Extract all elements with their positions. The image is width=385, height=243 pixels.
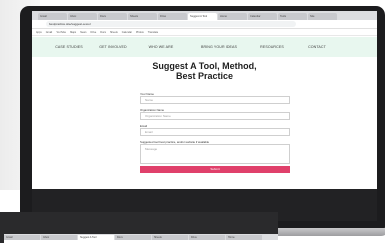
- browser-tab[interactable]: Inbox: [68, 13, 97, 20]
- page-title-line1: Suggest A Tool, Method,: [152, 61, 257, 71]
- browser-tab[interactable]: Tools: [278, 13, 307, 20]
- bookmark-item[interactable]: Maps: [70, 29, 76, 35]
- nav-who-we-are[interactable]: WHO WE ARE: [146, 45, 176, 49]
- site-nav: CASE STUDIES GET INVOLVED WHO WE ARE BRI…: [32, 37, 377, 57]
- browser-tab[interactable]: Site: [308, 13, 337, 20]
- bookmark-item[interactable]: Gmail: [46, 29, 53, 35]
- browser-tab[interactable]: Calendar: [248, 13, 277, 20]
- laptop-secondary: Gmail Inbox Suggest A Tool Docs Sheets D…: [0, 212, 278, 243]
- suggest-form: Your Name Name Organization Name Organiz…: [140, 92, 290, 173]
- laptop-main: Gmail Inbox Docs Sheets Drive Suggest A …: [14, 6, 385, 238]
- bookmark-item[interactable]: News: [80, 29, 86, 35]
- bookmark-item[interactable]: Apps: [36, 29, 42, 35]
- browser-tab[interactable]: Docs: [98, 13, 127, 20]
- bookmark-item[interactable]: Photos: [136, 29, 144, 35]
- bookmark-item[interactable]: Sheets: [110, 29, 118, 35]
- submit-button[interactable]: Submit: [140, 166, 290, 173]
- browser-tab-bar: Gmail Inbox Docs Sheets Drive Suggest A …: [32, 11, 377, 20]
- nav-case-studies[interactable]: CASE STUDIES: [51, 45, 87, 49]
- page-title-line2: Best Practice: [175, 71, 234, 81]
- address-bar-row: bestpractice.site/suggest-a-tool: [32, 20, 377, 29]
- browser-tab[interactable]: Drive: [158, 13, 187, 20]
- laptop-screen: Gmail Inbox Docs Sheets Drive Suggest A …: [32, 11, 377, 221]
- nav-bring-your-ideas[interactable]: BRING YOUR IDEAS: [194, 45, 244, 49]
- bookmark-item[interactable]: Drive: [90, 29, 96, 35]
- nav-contact[interactable]: CONTACT: [302, 45, 332, 49]
- organization-field[interactable]: Organization Name: [140, 112, 290, 120]
- browser-tab[interactable]: Home: [218, 13, 247, 20]
- email-field[interactable]: Email: [140, 128, 290, 136]
- bookmark-item[interactable]: YouTube: [56, 29, 66, 35]
- name-field[interactable]: Name: [140, 96, 290, 104]
- bookmarks-bar: Apps Gmail YouTube Maps News Drive Docs …: [32, 29, 377, 36]
- nav-resources[interactable]: RESOURCES: [256, 45, 288, 49]
- browser-tab[interactable]: Gmail: [38, 13, 67, 20]
- browser-tab[interactable]: Sheets: [128, 13, 157, 20]
- bookmark-item[interactable]: Calendar: [122, 29, 132, 35]
- bookmark-item[interactable]: Translate: [148, 29, 158, 35]
- url-input[interactable]: bestpractice.site/suggest-a-tool: [46, 21, 296, 27]
- bookmark-item[interactable]: Docs: [100, 29, 106, 35]
- nav-get-involved[interactable]: GET INVOLVED: [95, 45, 131, 49]
- message-textarea[interactable]: Message: [140, 144, 290, 164]
- browser-tab-active[interactable]: Suggest A Tool: [188, 13, 217, 20]
- page-title: Suggest A Tool, Method, Best Practice: [32, 61, 377, 81]
- photo-scene: Gmail Inbox Docs Sheets Drive Suggest A …: [0, 0, 385, 243]
